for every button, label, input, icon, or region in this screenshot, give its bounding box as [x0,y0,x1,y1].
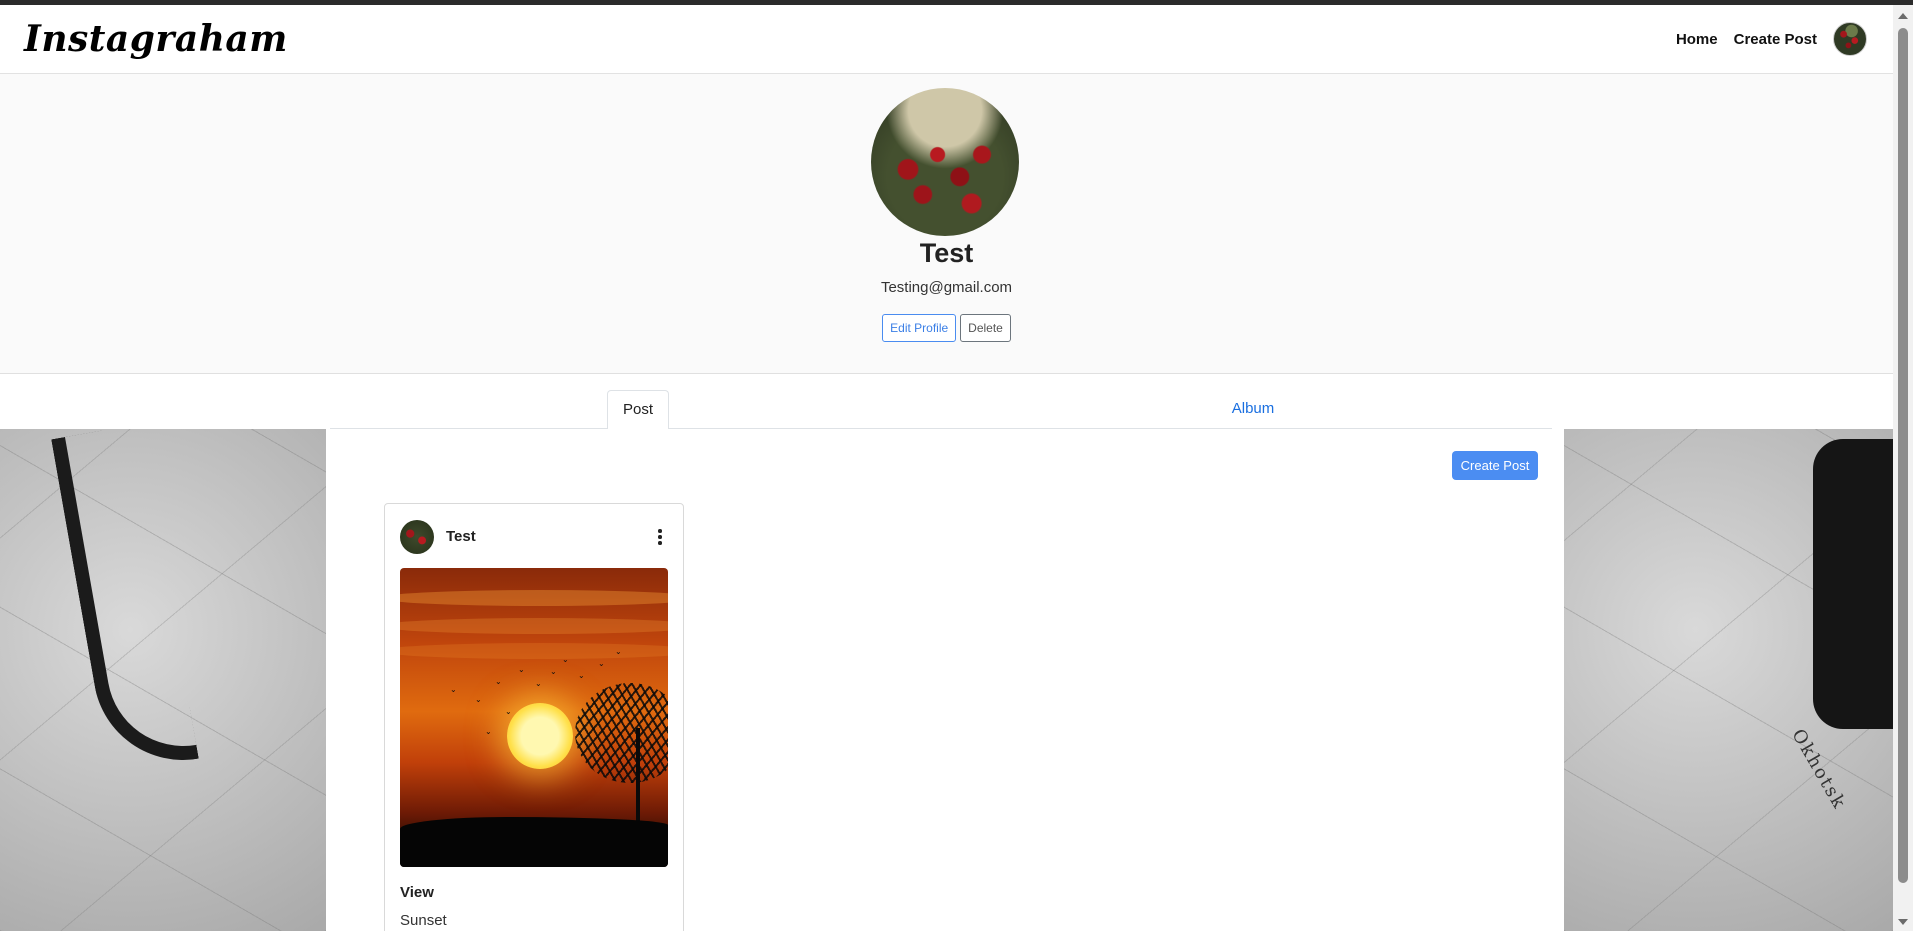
posts-panel: Create Post Test ⌄ ⌄ ⌄ ⌄ ⌄ ⌄ ⌄ ⌄ ⌄ ⌄ ⌄ ⌄… [326,429,1564,931]
bird-icon: ⌄ [485,727,492,736]
bird-icon: ⌄ [450,685,457,694]
bird-icon: ⌄ [578,671,585,680]
cloud-band [400,643,668,659]
more-options-icon[interactable] [650,525,670,549]
nav-home-link[interactable]: Home [1676,31,1718,48]
bird-icon: ⌄ [550,667,557,676]
profile-tabs: Post Album [330,390,1552,430]
post-caption: Sunset [400,912,447,929]
post-image[interactable]: ⌄ ⌄ ⌄ ⌄ ⌄ ⌄ ⌄ ⌄ ⌄ ⌄ ⌄ ⌄ [400,568,668,867]
ground-silhouette [400,817,668,867]
bird-icon: ⌄ [615,647,622,656]
nav-create-post-link[interactable]: Create Post [1734,31,1817,48]
tabs-row: Post Album [0,374,1893,430]
create-post-button[interactable]: Create Post [1452,451,1538,480]
background-left-image [0,423,326,931]
edit-profile-button[interactable]: Edit Profile [882,314,957,342]
profile-header: Test Testing@gmail.com Edit Profile Dele… [0,74,1893,374]
bird-icon: ⌄ [535,679,542,688]
tree-crown [575,683,668,783]
nav-avatar[interactable] [1833,22,1867,56]
page-scrollbar[interactable] [1893,5,1913,931]
cloud-band [400,618,668,634]
profile-email: Testing@gmail.com [880,279,1013,296]
scroll-up-icon[interactable] [1898,13,1908,19]
bird-icon: ⌄ [495,677,502,686]
bird-icon: ⌄ [598,659,605,668]
post-card: Test ⌄ ⌄ ⌄ ⌄ ⌄ ⌄ ⌄ ⌄ ⌄ ⌄ ⌄ ⌄ View Sunset [384,503,684,931]
scroll-thumb[interactable] [1898,28,1908,883]
tab-post[interactable]: Post [607,390,669,430]
cable-decoration [51,423,199,775]
bird-icon: ⌄ [562,655,569,664]
post-view-link[interactable]: View [400,884,434,901]
post-card-header: Test [400,520,670,554]
navbar: Instagraham Home Create Post [0,5,1893,74]
sun [507,703,573,769]
post-author-avatar[interactable] [400,520,434,554]
bird-icon: ⌄ [475,695,482,704]
tree-trunk [636,728,640,823]
scroll-down-icon[interactable] [1898,919,1908,925]
profile-name: Test [919,238,974,268]
nav-links: Home Create Post [1676,22,1867,56]
bird-icon: ⌄ [518,665,525,674]
profile-avatar [871,88,1019,236]
delete-profile-button[interactable]: Delete [960,314,1011,342]
cloud-band [400,590,668,606]
profile-actions: Edit Profile Delete [0,314,1893,342]
post-author-name[interactable]: Test [446,528,476,545]
map-label: Okhotsk [1786,725,1850,814]
bird-icon: ⌄ [505,707,512,716]
brand-logo[interactable]: Instagraham [24,18,288,60]
background-right-image: Okhotsk [1564,429,1913,931]
tab-album[interactable]: Album [1223,390,1283,430]
